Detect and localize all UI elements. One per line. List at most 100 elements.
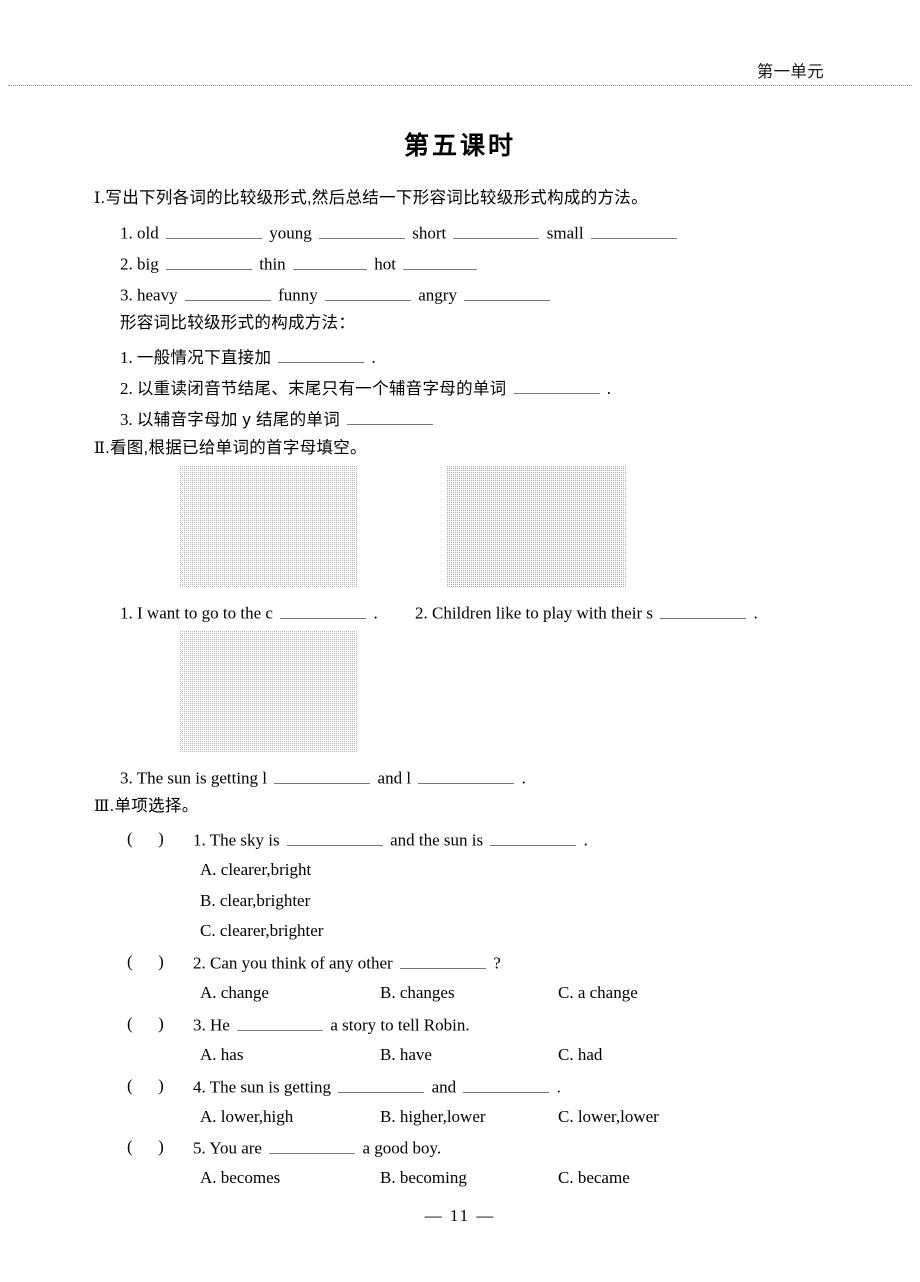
question-5-option-c[interactable]: C. became	[558, 1168, 630, 1188]
question-3-option-a[interactable]: A. has	[200, 1045, 243, 1065]
blank-picture-3a[interactable]	[274, 767, 371, 784]
question-4-num: 4.	[193, 1077, 206, 1097]
question-3-option-b[interactable]: B. have	[380, 1045, 432, 1065]
answer-box-q2[interactable]: ( )	[127, 952, 164, 972]
question-2-option-b[interactable]: B. changes	[380, 983, 455, 1003]
blank-heavy[interactable]	[184, 284, 271, 301]
question-1-option-b[interactable]: B. clear,brighter	[200, 891, 310, 911]
word-row-2: 2. big thin hot	[120, 253, 480, 273]
picture-item-3-num: 3.	[120, 768, 133, 788]
answer-box-q4[interactable]: ( )	[127, 1076, 164, 1096]
rule-1-tail: .	[371, 348, 376, 368]
word-thin: thin	[259, 254, 286, 274]
header-divider	[8, 85, 912, 86]
picture-item-3-text: The sun is getting l	[136, 768, 268, 788]
question-1-post: .	[583, 830, 588, 850]
picture-item-3: 3. The sun is getting l and l .	[120, 767, 526, 787]
picture-item-2-num: 2.	[415, 603, 428, 623]
word-row-3: 3. heavy funny angry	[120, 284, 553, 304]
picture-item-2-post: .	[753, 603, 758, 623]
question-1-stem: 1. The sky is and the sun is .	[193, 829, 588, 851]
blank-thin[interactable]	[292, 253, 367, 270]
question-4-option-a[interactable]: A. lower,high	[200, 1107, 293, 1127]
sunset-photo	[180, 631, 358, 753]
question-4-mid: and	[431, 1077, 457, 1097]
question-1-option-c[interactable]: C. clearer,brighter	[200, 921, 323, 941]
question-2-post: ?	[493, 953, 501, 973]
question-1-num: 1.	[193, 830, 206, 850]
picture-item-2: 2. Children like to play with their s .	[415, 602, 758, 622]
picture-item-1: 1. I want to go to the c .	[120, 602, 378, 622]
blank-q4b[interactable]	[463, 1076, 550, 1093]
blank-young[interactable]	[318, 222, 405, 239]
rule-2-text: 以重读闭音节结尾、末尾只有一个辅音字母的单词	[136, 380, 507, 399]
question-3-option-c[interactable]: C. had	[558, 1045, 602, 1065]
blank-funny[interactable]	[325, 284, 412, 301]
answer-box-q3[interactable]: ( )	[127, 1014, 164, 1034]
blank-q1a[interactable]	[286, 829, 383, 846]
blank-picture-1[interactable]	[280, 602, 367, 619]
blank-angry[interactable]	[464, 284, 551, 301]
page-title: 第五课时	[403, 132, 516, 160]
rule-3-num: 3.	[120, 410, 133, 430]
picture-item-1-num: 1.	[120, 603, 133, 623]
blank-rule-3[interactable]	[347, 409, 434, 426]
section-two-marker: Ⅱ	[94, 440, 106, 457]
picture-item-3-post: .	[521, 768, 526, 788]
blank-q4a[interactable]	[338, 1076, 425, 1093]
blank-rule-2[interactable]	[513, 378, 600, 395]
page-number: — 11 —	[424, 1206, 496, 1225]
question-4-pre: The sun is getting	[209, 1077, 332, 1097]
question-5-option-a[interactable]: A. becomes	[200, 1168, 280, 1188]
rule-1: 1. 一般情况下直接加 .	[120, 347, 376, 367]
question-2-option-c[interactable]: C. a change	[558, 983, 638, 1003]
blank-picture-3b[interactable]	[418, 767, 515, 784]
blank-q1b[interactable]	[490, 829, 577, 846]
unit-label: 第一单元	[756, 63, 824, 81]
answer-box-q5[interactable]: ( )	[127, 1137, 164, 1157]
blank-big[interactable]	[165, 253, 252, 270]
section-one-heading: Ⅰ.写出下列各词的比较级形式,然后总结一下形容词比较级形式构成的方法。	[94, 190, 648, 207]
question-4-option-b[interactable]: B. higher,lower	[380, 1107, 486, 1127]
blank-picture-2[interactable]	[660, 602, 747, 619]
word-hot: hot	[374, 254, 396, 274]
blank-old[interactable]	[165, 222, 262, 239]
blank-q3[interactable]	[237, 1014, 324, 1031]
word-row-1-num: 1.	[120, 223, 133, 243]
question-2-option-a[interactable]: A. change	[200, 983, 269, 1003]
question-5-num: 5.	[193, 1138, 206, 1158]
section-three-heading-text: .单项选择。	[109, 797, 199, 815]
blank-rule-1[interactable]	[278, 347, 365, 364]
question-2-pre: Can you think of any other	[210, 953, 393, 973]
word-big: big	[137, 254, 159, 274]
question-1-mid: and the sun is	[390, 830, 484, 850]
blank-hot[interactable]	[403, 253, 478, 270]
rule-1-text: 一般情况下直接加	[136, 349, 272, 368]
word-row-2-num: 2.	[120, 254, 133, 274]
blank-small[interactable]	[590, 222, 677, 239]
worksheet-page: 第一单元 第五课时 Ⅰ.写出下列各词的比较级形式,然后总结一下形容词比较级形式构…	[0, 0, 920, 1282]
word-old: old	[137, 223, 159, 243]
word-angry: angry	[418, 285, 457, 305]
word-short: short	[412, 223, 447, 243]
answer-box-q1[interactable]: ( )	[127, 829, 164, 849]
blank-q2[interactable]	[399, 952, 486, 969]
blank-short[interactable]	[453, 222, 540, 239]
rule-2-tail: .	[606, 379, 611, 399]
question-5-post: a good boy.	[362, 1138, 442, 1158]
section-two-heading: Ⅱ.看图,根据已给单词的首字母填空。	[94, 440, 367, 457]
question-1-option-a[interactable]: A. clearer,bright	[200, 860, 311, 880]
rule-3-text: 以辅音字母加 y 结尾的单词	[136, 411, 340, 430]
blank-q5[interactable]	[269, 1137, 356, 1154]
picture-item-2-text: Children like to play with their s	[432, 603, 653, 623]
question-4-post: .	[556, 1077, 561, 1097]
question-1-pre: The sky is	[209, 830, 280, 850]
question-4-option-c[interactable]: C. lower,lower	[558, 1107, 659, 1127]
question-2-stem: 2. Can you think of any other ?	[193, 952, 501, 974]
word-heavy: heavy	[137, 285, 178, 305]
picture-item-1-post: .	[373, 603, 378, 623]
section-one-heading-text: .写出下列各词的比较级形式,然后总结一下形容词比较级形式构成的方法。	[100, 189, 648, 207]
rule-1-num: 1.	[120, 348, 133, 368]
rule-3: 3. 以辅音字母加 y 结尾的单词	[120, 409, 436, 429]
question-5-option-b[interactable]: B. becoming	[380, 1168, 467, 1188]
